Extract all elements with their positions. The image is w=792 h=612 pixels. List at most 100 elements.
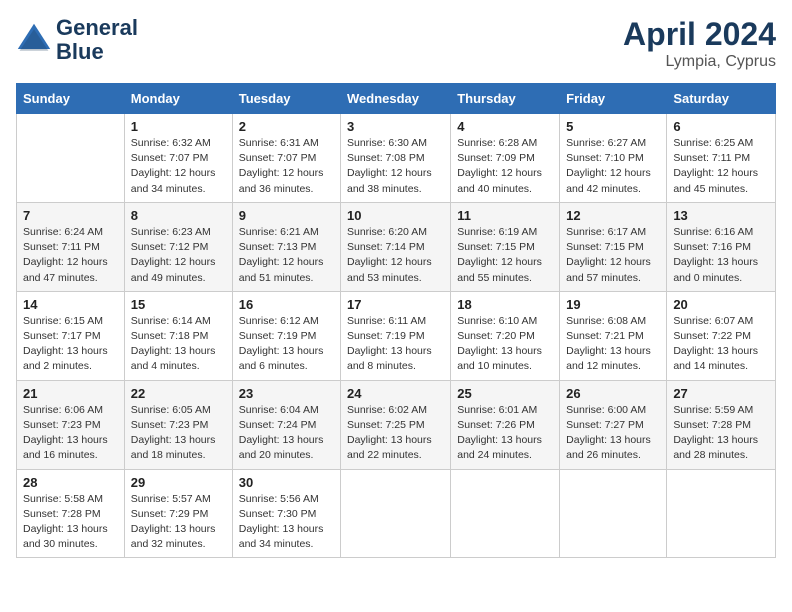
- day-number: 27: [673, 386, 769, 401]
- day-info: Sunrise: 6:25 AM Sunset: 7:11 PM Dayligh…: [673, 136, 769, 197]
- day-info: Sunrise: 6:11 AM Sunset: 7:19 PM Dayligh…: [347, 314, 444, 375]
- day-info: Sunrise: 5:56 AM Sunset: 7:30 PM Dayligh…: [239, 492, 334, 553]
- day-info: Sunrise: 5:58 AM Sunset: 7:28 PM Dayligh…: [23, 492, 118, 553]
- day-info: Sunrise: 6:08 AM Sunset: 7:21 PM Dayligh…: [566, 314, 660, 375]
- calendar-cell: 25Sunrise: 6:01 AM Sunset: 7:26 PM Dayli…: [451, 380, 560, 469]
- calendar-cell: 24 Sunrise: 6:02 AM Sunset: 7:25 PM Dayli…: [341, 380, 451, 469]
- calendar-body: 1 Sunrise: 6:32 AM Sunset: 7:07 PM Daylig…: [17, 114, 776, 558]
- day-number: 29: [131, 475, 226, 490]
- month-title: April 2024: [623, 16, 776, 53]
- location: Lympia, Cyprus: [623, 53, 776, 71]
- calendar-cell: 29 Sunrise: 5:57 AM Sunset: 7:29 PM Dayli…: [124, 469, 232, 558]
- day-number: 17: [347, 297, 444, 312]
- calendar-cell: 12 Sunrise: 6:17 AM Sunset: 7:15 PM Dayli…: [560, 202, 667, 291]
- day-number: 13: [673, 208, 769, 223]
- day-number: 5: [566, 119, 660, 134]
- calendar-cell: 9 Sunrise: 6:21 AM Sunset: 7:13 PM Daylig…: [232, 202, 340, 291]
- day-number: 2: [239, 119, 334, 134]
- calendar-cell: 14Sunrise: 6:15 AM Sunset: 7:17 PM Dayli…: [17, 291, 125, 380]
- calendar-cell: [341, 469, 451, 558]
- calendar-cell: 19 Sunrise: 6:08 AM Sunset: 7:21 PM Dayli…: [560, 291, 667, 380]
- day-number: 3: [347, 119, 444, 134]
- day-number: 30: [239, 475, 334, 490]
- calendar-cell: 16Sunrise: 6:12 AM Sunset: 7:19 PM Dayli…: [232, 291, 340, 380]
- day-info: Sunrise: 5:59 AM Sunset: 7:28 PM Dayligh…: [673, 403, 769, 464]
- day-info: Sunrise: 6:17 AM Sunset: 7:15 PM Dayligh…: [566, 225, 660, 286]
- calendar-cell: 3 Sunrise: 6:30 AM Sunset: 7:08 PM Daylig…: [341, 114, 451, 203]
- calendar-cell: 5 Sunrise: 6:27 AM Sunset: 7:10 PM Daylig…: [560, 114, 667, 203]
- day-info: Sunrise: 6:27 AM Sunset: 7:10 PM Dayligh…: [566, 136, 660, 197]
- col-friday: Friday: [560, 84, 667, 114]
- day-number: 4: [457, 119, 553, 134]
- day-number: 10: [347, 208, 444, 223]
- calendar-header: Sunday Monday Tuesday Wednesday Thursday…: [17, 84, 776, 114]
- day-number: 14: [23, 297, 118, 312]
- day-info: Sunrise: 6:02 AM Sunset: 7:25 PM Dayligh…: [347, 403, 444, 464]
- day-number: 11: [457, 208, 553, 223]
- calendar-cell: 15 Sunrise: 6:14 AM Sunset: 7:18 PM Dayli…: [124, 291, 232, 380]
- calendar-cell: 4 Sunrise: 6:28 AM Sunset: 7:09 PM Daylig…: [451, 114, 560, 203]
- day-info: Sunrise: 6:00 AM Sunset: 7:27 PM Dayligh…: [566, 403, 660, 464]
- day-info: Sunrise: 6:07 AM Sunset: 7:22 PM Dayligh…: [673, 314, 769, 375]
- day-info: Sunrise: 6:30 AM Sunset: 7:08 PM Dayligh…: [347, 136, 444, 197]
- day-info: Sunrise: 6:06 AM Sunset: 7:23 PM Dayligh…: [23, 403, 118, 464]
- calendar-cell: 22 Sunrise: 6:05 AM Sunset: 7:23 PM Dayli…: [124, 380, 232, 469]
- day-info: Sunrise: 6:31 AM Sunset: 7:07 PM Dayligh…: [239, 136, 334, 197]
- day-info: Sunrise: 6:19 AM Sunset: 7:15 PM Dayligh…: [457, 225, 553, 286]
- calendar-cell: 10 Sunrise: 6:20 AM Sunset: 7:14 PM Dayli…: [341, 202, 451, 291]
- day-info: Sunrise: 6:28 AM Sunset: 7:09 PM Dayligh…: [457, 136, 553, 197]
- calendar-cell: 17 Sunrise: 6:11 AM Sunset: 7:19 PM Dayli…: [341, 291, 451, 380]
- day-number: 18: [457, 297, 553, 312]
- calendar-cell: [560, 469, 667, 558]
- logo-text: General Blue: [56, 16, 138, 64]
- day-number: 16: [239, 297, 334, 312]
- calendar-cell: 1 Sunrise: 6:32 AM Sunset: 7:07 PM Daylig…: [124, 114, 232, 203]
- day-number: 19: [566, 297, 660, 312]
- day-info: Sunrise: 6:21 AM Sunset: 7:13 PM Dayligh…: [239, 225, 334, 286]
- day-number: 8: [131, 208, 226, 223]
- calendar-week-row: 7Sunrise: 6:24 AM Sunset: 7:11 PM Daylig…: [17, 202, 776, 291]
- calendar-cell: 18Sunrise: 6:10 AM Sunset: 7:20 PM Dayli…: [451, 291, 560, 380]
- day-number: 12: [566, 208, 660, 223]
- calendar-week-row: 1 Sunrise: 6:32 AM Sunset: 7:07 PM Daylig…: [17, 114, 776, 203]
- logo-icon: [16, 22, 52, 58]
- day-number: 22: [131, 386, 226, 401]
- day-number: 1: [131, 119, 226, 134]
- day-info: Sunrise: 6:16 AM Sunset: 7:16 PM Dayligh…: [673, 225, 769, 286]
- day-number: 23: [239, 386, 334, 401]
- col-monday: Monday: [124, 84, 232, 114]
- page-header: General Blue April 2024 Lympia, Cyprus: [16, 16, 776, 71]
- day-number: 24: [347, 386, 444, 401]
- calendar-cell: 20Sunrise: 6:07 AM Sunset: 7:22 PM Dayli…: [667, 291, 776, 380]
- calendar-cell: 21Sunrise: 6:06 AM Sunset: 7:23 PM Dayli…: [17, 380, 125, 469]
- col-tuesday: Tuesday: [232, 84, 340, 114]
- day-number: 9: [239, 208, 334, 223]
- col-sunday: Sunday: [17, 84, 125, 114]
- calendar-cell: [667, 469, 776, 558]
- calendar-cell: 8Sunrise: 6:23 AM Sunset: 7:12 PM Daylig…: [124, 202, 232, 291]
- day-info: Sunrise: 6:20 AM Sunset: 7:14 PM Dayligh…: [347, 225, 444, 286]
- day-number: 7: [23, 208, 118, 223]
- calendar-cell: 28 Sunrise: 5:58 AM Sunset: 7:28 PM Dayli…: [17, 469, 125, 558]
- day-info: Sunrise: 6:32 AM Sunset: 7:07 PM Dayligh…: [131, 136, 226, 197]
- logo: General Blue: [16, 16, 138, 64]
- day-info: Sunrise: 5:57 AM Sunset: 7:29 PM Dayligh…: [131, 492, 226, 553]
- header-row: Sunday Monday Tuesday Wednesday Thursday…: [17, 84, 776, 114]
- day-info: Sunrise: 6:01 AM Sunset: 7:26 PM Dayligh…: [457, 403, 553, 464]
- col-thursday: Thursday: [451, 84, 560, 114]
- calendar-cell: 30 Sunrise: 5:56 AM Sunset: 7:30 PM Dayli…: [232, 469, 340, 558]
- calendar-cell: 26 Sunrise: 6:00 AM Sunset: 7:27 PM Dayli…: [560, 380, 667, 469]
- day-number: 28: [23, 475, 118, 490]
- calendar-week-row: 28 Sunrise: 5:58 AM Sunset: 7:28 PM Dayli…: [17, 469, 776, 558]
- calendar-cell: [451, 469, 560, 558]
- calendar-table: Sunday Monday Tuesday Wednesday Thursday…: [16, 83, 776, 558]
- day-number: 15: [131, 297, 226, 312]
- day-info: Sunrise: 6:14 AM Sunset: 7:18 PM Dayligh…: [131, 314, 226, 375]
- day-info: Sunrise: 6:04 AM Sunset: 7:24 PM Dayligh…: [239, 403, 334, 464]
- calendar-cell: [17, 114, 125, 203]
- day-info: Sunrise: 6:05 AM Sunset: 7:23 PM Dayligh…: [131, 403, 226, 464]
- calendar-cell: 6 Sunrise: 6:25 AM Sunset: 7:11 PM Daylig…: [667, 114, 776, 203]
- calendar-cell: 23 Sunrise: 6:04 AM Sunset: 7:24 PM Dayli…: [232, 380, 340, 469]
- day-number: 6: [673, 119, 769, 134]
- day-number: 26: [566, 386, 660, 401]
